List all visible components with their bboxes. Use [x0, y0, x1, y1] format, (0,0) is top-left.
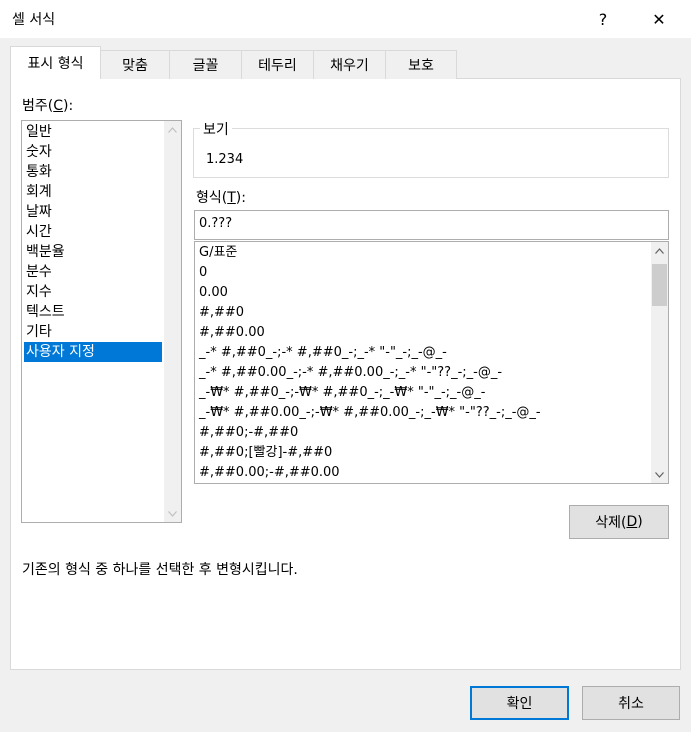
sample-value: 1.234: [206, 152, 244, 167]
format-list-item[interactable]: _-* #,##0_-;-* #,##0_-;_-* "-"_-;_-@_-: [199, 343, 447, 363]
scroll-down-icon[interactable]: [164, 505, 181, 522]
window-title: 셀 서식: [12, 12, 56, 28]
category-item-percentage[interactable]: 백분율: [24, 242, 162, 262]
category-item-date[interactable]: 날짜: [24, 202, 162, 222]
format-list-item[interactable]: #,##0;-#,##0: [199, 423, 298, 443]
format-list-item[interactable]: 0.00: [199, 283, 228, 303]
tab-number[interactable]: 표시 형식: [10, 46, 101, 79]
tab-alignment[interactable]: 맞춤: [100, 50, 170, 79]
format-list-item[interactable]: #,##0: [199, 303, 244, 323]
category-item-scientific[interactable]: 지수: [24, 282, 162, 302]
cancel-button[interactable]: 취소: [582, 686, 680, 720]
sample-label: 보기: [200, 119, 232, 139]
format-label: 형식(T):: [196, 190, 246, 206]
category-item-accounting[interactable]: 회계: [24, 182, 162, 202]
format-list-item[interactable]: #,##0.00;-#,##0.00: [199, 463, 340, 483]
delete-button[interactable]: 삭제(D): [569, 505, 669, 539]
format-list-item[interactable]: G/표준: [199, 243, 237, 263]
category-label: 범주(C):: [22, 98, 74, 114]
category-scrollbar[interactable]: [164, 121, 181, 522]
format-list[interactable]: G/표준 0 0.00 #,##0 #,##0.00 _-* #,##0_-;-…: [194, 241, 669, 484]
category-item-general[interactable]: 일반: [24, 122, 162, 142]
category-item-fraction[interactable]: 분수: [24, 262, 162, 282]
category-list[interactable]: 일반 숫자 통화 회계 날짜 시간 백분율 분수 지수 텍스트 기타 사용자 지…: [21, 120, 182, 523]
category-item-time[interactable]: 시간: [24, 222, 162, 242]
category-item-custom[interactable]: 사용자 지정: [24, 342, 162, 362]
down-arrow-icon[interactable]: [651, 466, 668, 483]
format-list-item[interactable]: _-* #,##0.00_-;-* #,##0.00_-;_-* "-"??_-…: [199, 363, 502, 383]
category-item-special[interactable]: 기타: [24, 322, 162, 342]
category-item-currency[interactable]: 통화: [24, 162, 162, 182]
category-item-text[interactable]: 텍스트: [24, 302, 162, 322]
description-text: 기존의 형식 중 하나를 선택한 후 변형시킵니다.: [22, 562, 298, 578]
scrollbar-thumb[interactable]: [652, 264, 667, 306]
scroll-up-icon[interactable]: [164, 121, 181, 138]
format-input-value: 0.???: [199, 216, 233, 231]
ok-button[interactable]: 확인: [470, 686, 569, 720]
format-scrollbar[interactable]: [651, 242, 668, 483]
help-button[interactable]: ?: [580, 0, 626, 38]
tab-protection[interactable]: 보호: [385, 50, 457, 79]
format-list-item[interactable]: #,##0.00: [199, 323, 265, 343]
close-button[interactable]: ✕: [636, 0, 682, 38]
format-list-item[interactable]: _-₩* #,##0_-;-₩* #,##0_-;_-₩* "-"_-;_-@_…: [199, 383, 485, 403]
category-item-number[interactable]: 숫자: [24, 142, 162, 162]
up-arrow-icon[interactable]: [651, 242, 668, 259]
sample-group: [193, 128, 669, 178]
format-list-item[interactable]: 0: [199, 263, 207, 283]
format-list-item[interactable]: #,##0;[빨강]-#,##0: [199, 443, 332, 463]
tab-border[interactable]: 테두리: [241, 50, 314, 79]
tab-font[interactable]: 글꼴: [169, 50, 242, 79]
format-list-item[interactable]: _-₩* #,##0.00_-;-₩* #,##0.00_-;_-₩* "-"?…: [199, 403, 541, 423]
tab-fill[interactable]: 채우기: [313, 50, 386, 79]
format-input[interactable]: 0.???: [194, 210, 669, 240]
